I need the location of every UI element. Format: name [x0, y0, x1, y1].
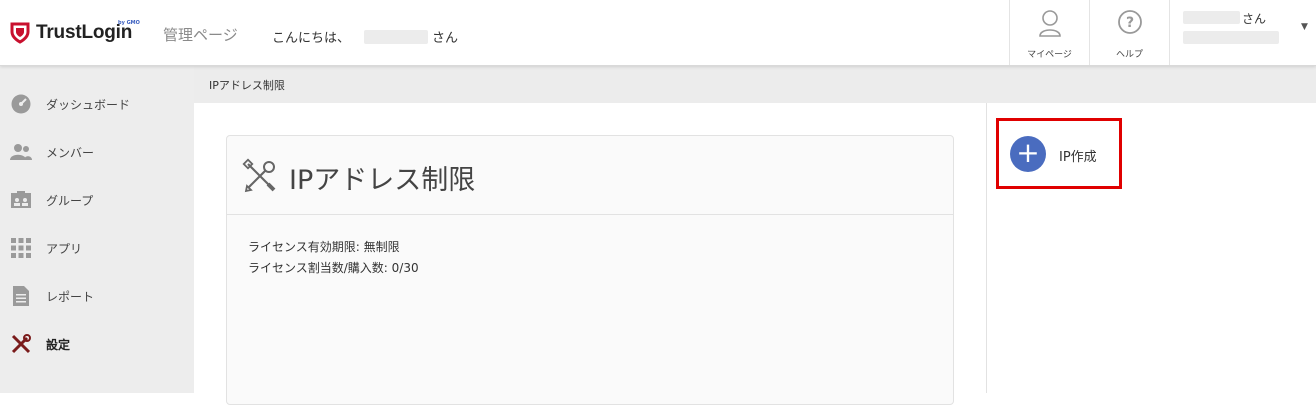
license-count: ライセンス割当数/購入数: 0/30: [248, 261, 419, 275]
dashboard-icon: [11, 94, 31, 114]
add-ip-label[interactable]: IP作成: [1059, 146, 1097, 165]
plus-icon[interactable]: +: [1010, 136, 1046, 172]
license-period: ライセンス有効期限: 無制限: [248, 240, 400, 254]
sidebar-item-label: グループ: [46, 193, 94, 208]
greeting: こんにちは、 さん: [272, 27, 458, 46]
ip-restriction-card: IPアドレス制限 ライセンス有効期限: 無制限 ライセンス割当数/購入数: 0/…: [226, 135, 954, 405]
redacted-user-name: [1183, 11, 1240, 24]
card-header: IPアドレス制限: [227, 136, 953, 215]
svg-text:?: ?: [1125, 15, 1133, 31]
user-suffix: さん: [1242, 12, 1267, 26]
settings-tools-icon: [11, 334, 31, 354]
sidebar-item-report[interactable]: レポート: [0, 272, 194, 320]
sidebar-item-settings[interactable]: 設定: [0, 320, 194, 368]
sidebar-item-label: メンバー: [46, 145, 95, 160]
help-button[interactable]: ? ヘルプ: [1089, 0, 1169, 65]
logo[interactable]: TrustLogin: [10, 18, 132, 48]
top-header: TrustLogin by GMO 管理ページ こんにちは、 さん マイページ …: [0, 0, 1316, 66]
help-label: ヘルプ: [1115, 50, 1143, 60]
greeting-suffix: さん: [432, 31, 459, 46]
user-icon: [1038, 10, 1061, 37]
sidebar-item-label: レポート: [46, 289, 95, 304]
sidebar: ダッシュボード メンバー グループ アプリ レポート 設定: [0, 66, 194, 393]
user-menu[interactable]: さん ▼: [1169, 0, 1316, 65]
help-icon: ?: [1117, 10, 1142, 34]
group-icon: [11, 191, 31, 208]
sidebar-item-label: ダッシュボード: [46, 97, 131, 112]
sidebar-item-members[interactable]: メンバー: [0, 128, 194, 176]
report-icon: [13, 286, 29, 306]
tools-icon: [242, 158, 276, 193]
admin-label: 管理ページ: [163, 26, 238, 44]
apps-grid-icon: [11, 238, 31, 258]
mypage-label: マイページ: [1027, 50, 1072, 60]
breadcrumb: IPアドレス制限: [194, 66, 1316, 103]
mypage-button[interactable]: マイページ: [1009, 0, 1089, 65]
redacted-username: [364, 29, 429, 44]
column-divider: [986, 103, 987, 393]
add-ip-button[interactable]: + IP作成: [996, 118, 1122, 189]
logo-sub: by GMO: [118, 20, 140, 26]
sidebar-item-group[interactable]: グループ: [0, 176, 194, 224]
breadcrumb-current: IPアドレス制限: [209, 79, 285, 92]
sidebar-item-apps[interactable]: アプリ: [0, 224, 194, 272]
sidebar-item-label: 設定: [46, 337, 71, 352]
sidebar-item-dashboard[interactable]: ダッシュボード: [0, 80, 194, 128]
greeting-prefix: こんにちは、: [272, 31, 351, 46]
page-title: IPアドレス制限: [289, 165, 476, 196]
redacted-user-email: [1183, 31, 1279, 44]
members-icon: [10, 144, 32, 160]
shield-logo-icon: [10, 22, 30, 44]
sidebar-item-label: アプリ: [46, 241, 83, 256]
chevron-down-icon[interactable]: ▼: [1301, 22, 1308, 32]
